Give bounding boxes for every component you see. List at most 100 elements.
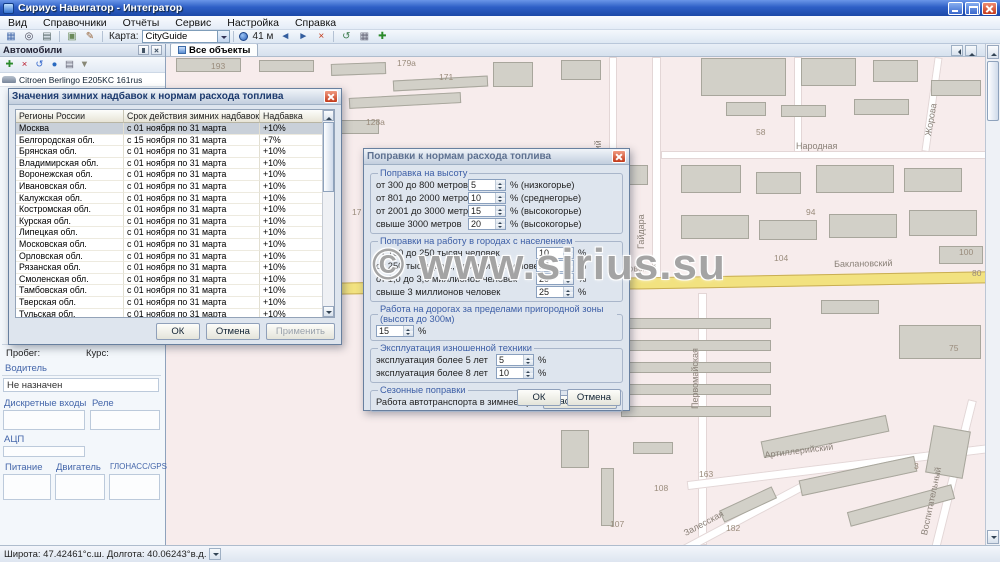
table-row[interactable]: Калужская обл.с 01 ноября по 31 марта+10…	[16, 193, 334, 205]
table-cell: Тверская обл.	[16, 297, 124, 309]
table-row[interactable]: Брянская обл.с 01 ноября по 31 марта+10%	[16, 146, 334, 158]
table-row[interactable]: Воронежская обл.с 01 ноября по 31 марта+…	[16, 169, 334, 181]
add-icon[interactable]: ✚	[374, 30, 390, 43]
spinner-input[interactable]: 10	[468, 192, 506, 204]
pin-icon[interactable]	[138, 45, 149, 55]
search-icon[interactable]: ◎	[21, 30, 37, 43]
grid-icon[interactable]: ▦	[356, 30, 372, 43]
filter-icon[interactable]: ▼	[77, 58, 92, 71]
refresh-icon[interactable]: ↺	[32, 58, 47, 71]
table-row[interactable]: Белгородская обл.с 15 ноября по 31 марта…	[16, 135, 334, 147]
ok-button[interactable]: ОК	[156, 323, 200, 340]
table-row[interactable]: Ивановская обл.с 01 ноября по 31 марта+1…	[16, 181, 334, 193]
spinner-down-icon[interactable]	[564, 253, 573, 258]
spinner-input[interactable]: 10	[496, 367, 534, 379]
cancel-button[interactable]: Отмена	[206, 323, 260, 340]
remove-vehicle-icon[interactable]: ×	[17, 58, 32, 71]
spinner-down-icon[interactable]	[496, 198, 505, 203]
table-row[interactable]: Курская обл.с 01 ноября по 31 марта+10%	[16, 216, 334, 228]
minimize-button[interactable]	[948, 2, 963, 15]
cancel-button[interactable]: Отмена	[567, 389, 621, 406]
separator	[102, 31, 103, 42]
spinner-down-icon[interactable]	[404, 331, 413, 336]
table-row[interactable]: Костромская обл.с 01 ноября по 31 марта+…	[16, 204, 334, 216]
maximize-button[interactable]	[965, 2, 980, 15]
pan-up-icon[interactable]	[965, 45, 977, 56]
setting-row: 15%	[376, 324, 617, 337]
table-row[interactable]: Рязанская обл.с 01 ноября по 31 марта+10…	[16, 262, 334, 274]
delete-icon[interactable]: ×	[313, 30, 329, 43]
pan-left-icon[interactable]: ◄	[277, 30, 293, 43]
spinner-input[interactable]: 20	[536, 273, 574, 285]
table-row[interactable]: Тульская обл.с 01 ноября по 31 марта+10%	[16, 309, 334, 319]
close-button[interactable]	[982, 2, 997, 15]
table-row[interactable]: Смоленская обл.с 01 ноября по 31 марта+1…	[16, 274, 334, 286]
spinner-down-icon[interactable]	[564, 266, 573, 271]
layers-icon[interactable]: ▣	[64, 30, 80, 43]
spinner-down-icon[interactable]	[496, 185, 505, 190]
table-row[interactable]: Орловская обл.с 01 ноября по 31 марта+10…	[16, 251, 334, 263]
spinner-input[interactable]: 10	[536, 247, 574, 259]
close-icon[interactable]	[324, 90, 338, 103]
map-select[interactable]: CityGuide	[142, 30, 230, 43]
driver-value-field[interactable]: Не назначен	[3, 378, 159, 392]
spinner-input[interactable]: 5	[468, 179, 506, 191]
menu-item[interactable]: Сервис	[167, 16, 219, 30]
scrollbar-thumb[interactable]	[323, 122, 334, 192]
table-row[interactable]: Владимирская обл.с 01 ноября по 31 марта…	[16, 158, 334, 170]
spinner-down-icon[interactable]	[564, 279, 573, 284]
pan-left-icon[interactable]	[951, 45, 963, 56]
tab-all-objects[interactable]: Все объекты	[170, 43, 258, 56]
table-row[interactable]: Москвас 01 ноября по 31 марта+10%	[16, 123, 334, 135]
house-number: 80	[972, 268, 981, 278]
close-panel-icon[interactable]	[151, 45, 162, 55]
spinner-down-icon[interactable]	[496, 224, 505, 229]
close-icon[interactable]	[612, 150, 626, 163]
menu-item[interactable]: Справка	[287, 16, 344, 30]
dialog-title-bar[interactable]: Значения зимних надбавок к нормам расход…	[9, 89, 341, 105]
table-row[interactable]: Московская обл.с 01 ноября по 31 марта+1…	[16, 239, 334, 251]
route-icon[interactable]: ↺	[338, 30, 354, 43]
spinner-input[interactable]: 15	[468, 205, 506, 217]
add-vehicle-icon[interactable]: ✚	[2, 58, 17, 71]
pan-right-icon[interactable]: ►	[295, 30, 311, 43]
table-scrollbar[interactable]	[322, 110, 334, 317]
ok-button[interactable]: ОК	[517, 389, 561, 406]
spinner-down-icon[interactable]	[564, 292, 573, 297]
apply-button[interactable]: Применить	[266, 323, 335, 340]
edit-icon[interactable]: ✎	[82, 30, 98, 43]
table-cell: Владимирская обл.	[16, 158, 124, 170]
table-row[interactable]: Липецкая обл.с 01 ноября по 31 марта+10%	[16, 227, 334, 239]
scrollbar-thumb[interactable]	[987, 61, 999, 121]
table-row[interactable]: Тверская обл.с 01 ноября по 31 марта+10%	[16, 297, 334, 309]
spinner-input[interactable]: 15	[536, 260, 574, 272]
table-column-header[interactable]: Срок действия зимних надбавок	[124, 110, 260, 123]
chevron-down-icon[interactable]	[209, 548, 221, 560]
setting-suffix: % (среднегорье)	[510, 193, 581, 203]
spinner-down-icon[interactable]	[524, 373, 533, 378]
scroll-up-icon[interactable]	[987, 45, 999, 59]
spinner-input[interactable]: 25	[536, 286, 574, 298]
scroll-down-icon[interactable]	[987, 530, 999, 544]
menu-item[interactable]: Отчёты	[115, 16, 168, 30]
scroll-up-icon[interactable]	[323, 110, 334, 121]
globe-icon[interactable]: ●	[47, 58, 62, 71]
spinner-input[interactable]: 5	[496, 354, 534, 366]
chevron-down-icon[interactable]	[217, 31, 229, 42]
spinner-down-icon[interactable]	[524, 360, 533, 365]
spinner-down-icon[interactable]	[496, 211, 505, 216]
list-icon[interactable]: ▤	[62, 58, 77, 71]
menu-item[interactable]: Настройка	[219, 16, 287, 30]
menu-item[interactable]: Вид	[0, 16, 35, 30]
map-vertical-scrollbar[interactable]	[985, 44, 1000, 545]
spinner-input[interactable]: 15	[376, 325, 414, 337]
menu-item[interactable]: Справочники	[35, 16, 115, 30]
monitor-icon[interactable]: ▦	[3, 30, 19, 43]
print-icon[interactable]: ▤	[39, 30, 55, 43]
table-column-header[interactable]: Регионы России	[16, 110, 124, 123]
scroll-down-icon[interactable]	[323, 306, 334, 317]
spinner-input[interactable]: 20	[468, 218, 506, 230]
table-row[interactable]: Тамбовская обл.с 01 ноября по 31 марта+1…	[16, 285, 334, 297]
vehicle-list-item[interactable]: Citroen Berlingo E205KC 161rus	[0, 73, 165, 87]
dialog-title-bar[interactable]: Поправки к нормам расхода топлива	[364, 149, 629, 165]
